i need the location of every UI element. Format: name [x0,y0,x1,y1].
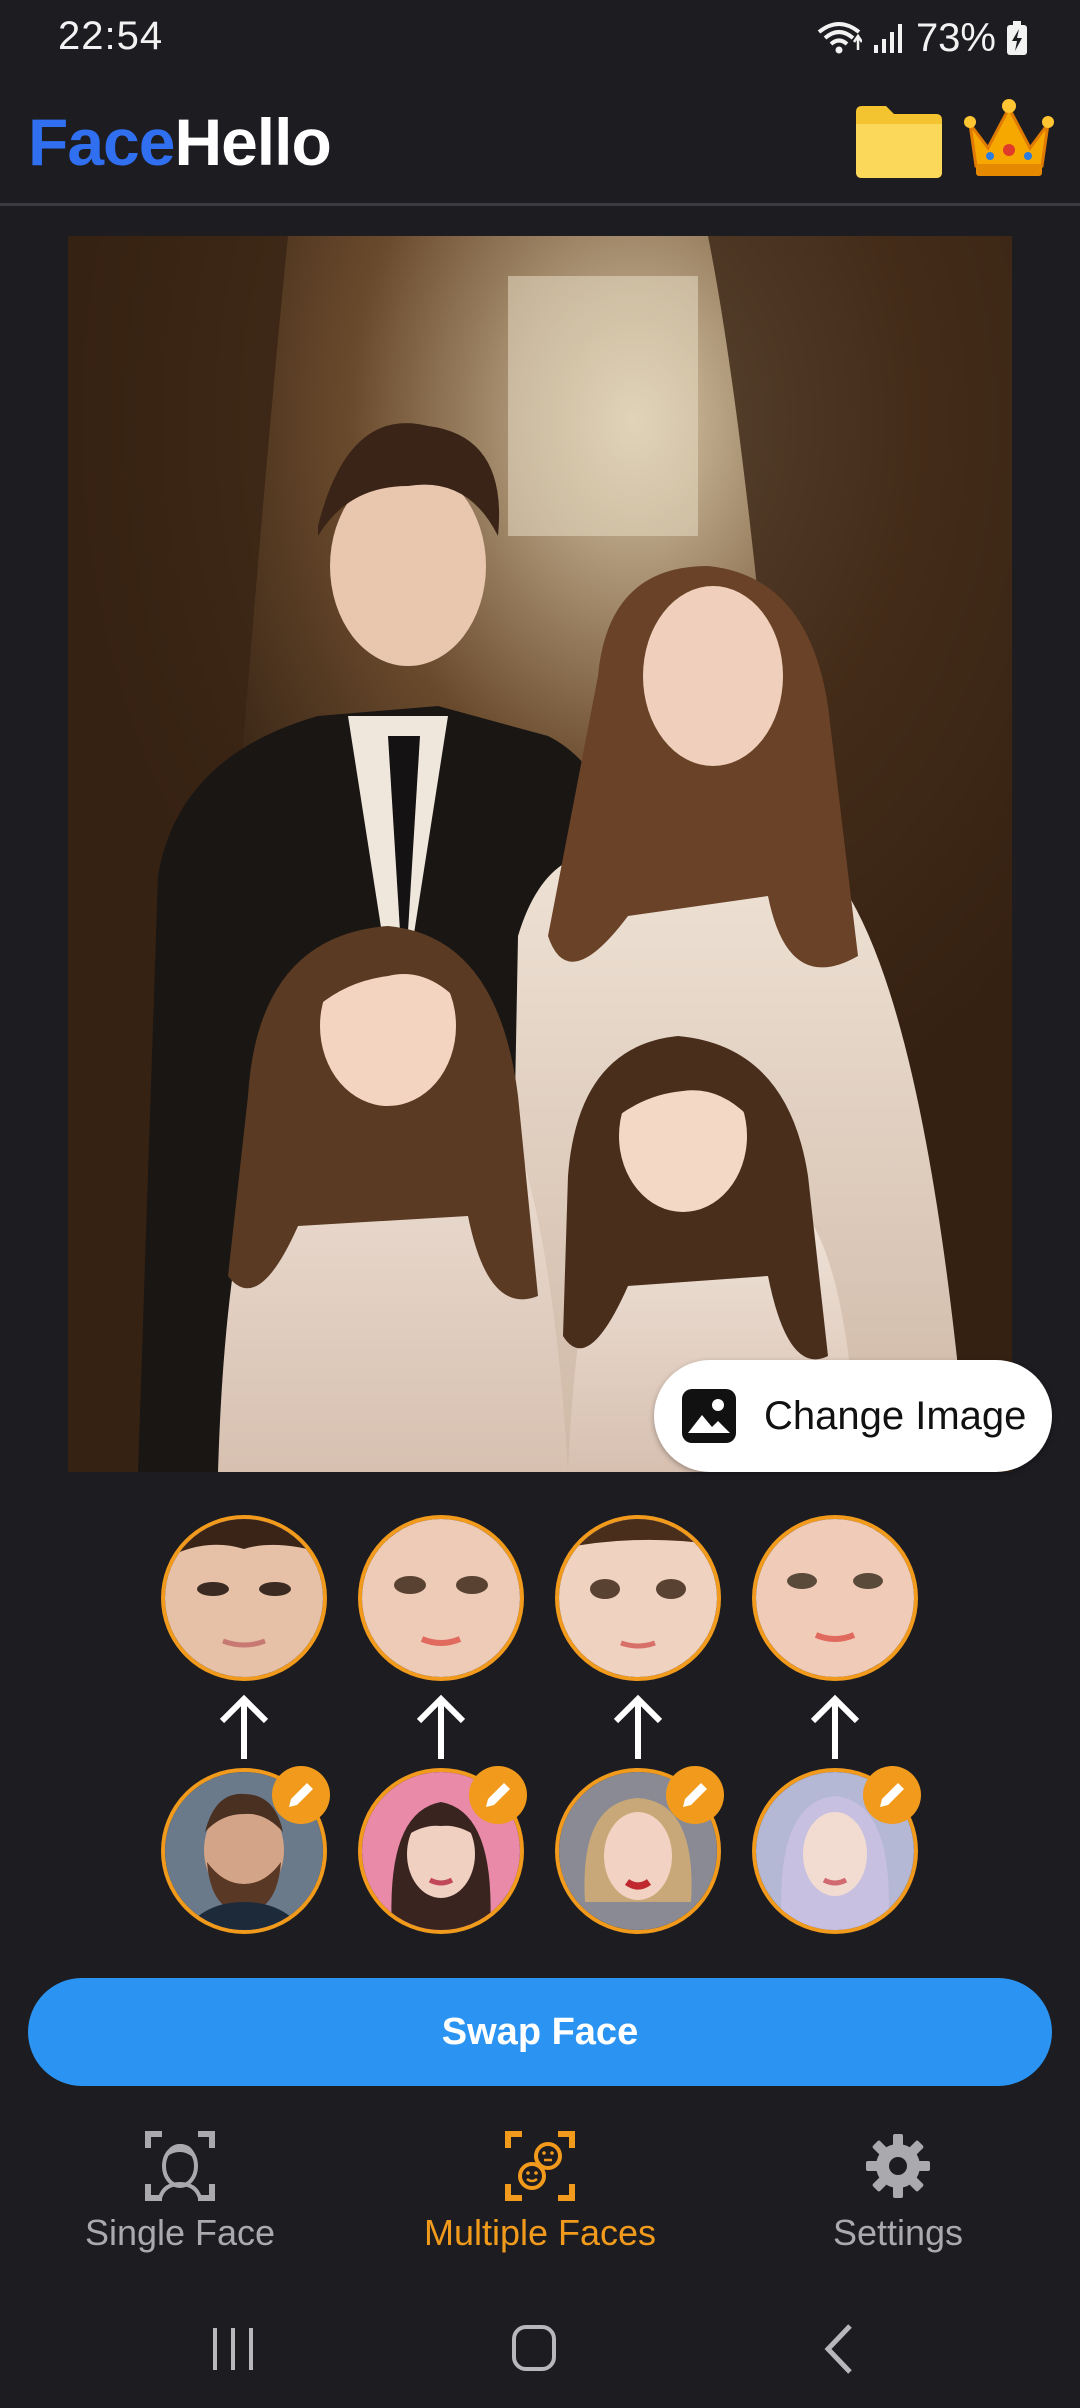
image-icon [682,1389,736,1443]
system-nav-bar [0,2290,1080,2408]
app-header: FaceHello [0,76,1080,206]
edit-face-1-button[interactable] [272,1766,330,1824]
wifi-icon [817,22,862,54]
nav-single-face-label: Single Face [84,2212,276,2253]
pencil-icon [880,1783,904,1807]
pencil-icon [486,1783,510,1807]
folder-button[interactable] [852,98,946,182]
edit-face-3-button[interactable] [666,1766,724,1824]
pencil-icon [683,1783,707,1807]
multiple-faces-scan-icon [505,2131,575,2201]
arrow-up-icon [810,1694,860,1759]
nav-single-face[interactable]: Single Face [30,2130,330,2266]
nav-multiple-faces[interactable]: Multiple Faces [390,2130,690,2266]
bottom-nav: Single Face Multiple Faces Settings [0,2116,1080,2266]
status-icons: 73% [816,14,1028,62]
app-screen: 22:54 73% FaceHello Change Image Swap Fa… [0,0,1080,2408]
detected-face-1[interactable] [161,1515,327,1681]
status-bar: 22:54 73% [0,0,1080,76]
swap-face-button[interactable]: Swap Face [28,1978,1052,2086]
nav-settings-label: Settings [832,2212,964,2253]
detected-face-2[interactable] [358,1515,524,1681]
edit-face-2-button[interactable] [469,1766,527,1824]
folder-icon [856,106,942,178]
nav-multiple-faces-label: Multiple Faces [423,2212,657,2253]
recents-icon[interactable] [193,2314,273,2384]
target-image [68,236,1012,1472]
signal-icon [873,24,902,53]
pencil-icon [289,1783,313,1807]
arrow-up-icon [219,1694,269,1759]
gear-icon [866,2134,930,2198]
battery-charging-icon [1007,21,1027,55]
arrow-up-icon [613,1694,663,1759]
change-image-label: Change Image [764,1393,1027,1438]
single-face-scan-icon [145,2131,215,2201]
app-title: FaceHello [28,104,332,180]
nav-settings[interactable]: Settings [748,2130,1048,2266]
detected-face-3[interactable] [555,1515,721,1681]
arrow-up-icon [416,1694,466,1759]
app-title-hello: Hello [174,105,331,179]
home-icon[interactable] [494,2314,574,2384]
status-time: 22:54 [58,14,164,58]
edit-face-4-button[interactable] [863,1766,921,1824]
app-title-face: Face [28,105,175,179]
premium-crown-button[interactable] [964,94,1054,182]
change-image-button[interactable]: Change Image [654,1360,1052,1472]
crown-icon [964,99,1054,176]
detected-face-4[interactable] [752,1515,918,1681]
family-portrait-illustration [68,236,1012,1472]
battery-percent: 73% [915,15,996,60]
back-icon[interactable] [800,2314,880,2384]
